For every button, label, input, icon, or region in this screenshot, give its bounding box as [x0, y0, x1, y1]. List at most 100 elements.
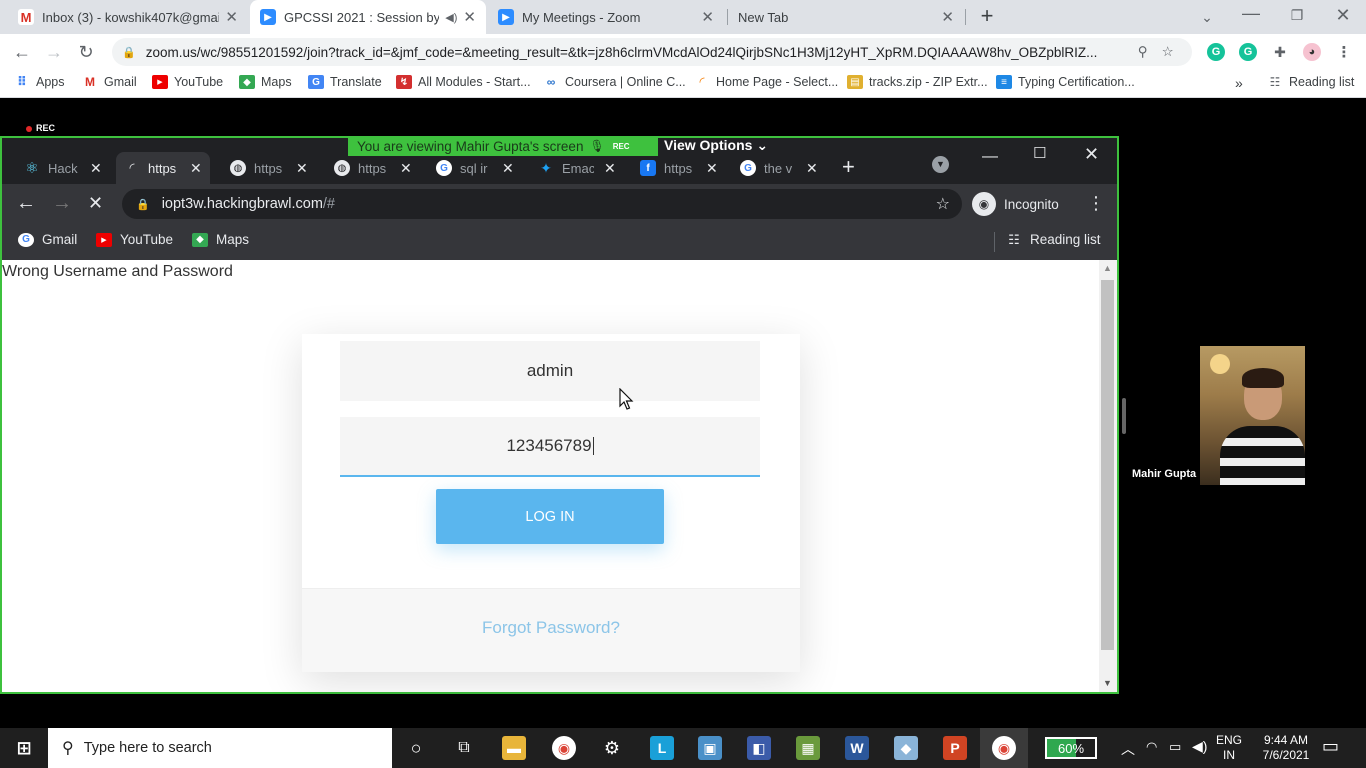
scrollbar-thumb[interactable]	[1101, 280, 1114, 650]
wifi-icon[interactable]: ◠	[1146, 739, 1157, 755]
close-icon[interactable]: ✕	[706, 160, 718, 177]
back-arrow-icon[interactable]: ←	[16, 192, 36, 215]
outer-tab-gpcssi[interactable]: ▶ GPCSSI 2021 : Session by Mr. ◀) ✕	[250, 0, 486, 34]
grammarly-icon-2[interactable]: G	[1239, 43, 1257, 61]
maximize-icon[interactable]: ☐	[1033, 144, 1046, 162]
close-icon[interactable]: ✕	[225, 8, 238, 26]
password-input[interactable]: 123456789	[340, 417, 760, 477]
close-icon[interactable]: ✕	[806, 160, 818, 177]
inner-url-field[interactable]: 🔒 iopt3w.hackingbrawl.com /# ☆	[122, 189, 962, 219]
inner-reading-list[interactable]: ☷ Reading list	[1006, 232, 1100, 248]
volume-icon[interactable]: ◀)	[1192, 738, 1207, 755]
profile-avatar[interactable]: ◕	[1303, 43, 1321, 61]
new-tab-plus-icon[interactable]: +	[842, 154, 855, 180]
inner-tab-active[interactable]: ◜ https ✕	[116, 152, 210, 184]
extensions-puzzle-icon[interactable]: ✚	[1271, 43, 1289, 61]
battery-small-icon[interactable]: ▭	[1169, 739, 1181, 755]
close-icon[interactable]: ✕	[701, 8, 714, 26]
inner-tab-8[interactable]: G the v ✕	[732, 152, 826, 184]
bookmark-maps[interactable]: ◆ Maps	[239, 75, 292, 89]
bookmark-maps[interactable]: ◆ Maps	[192, 232, 249, 247]
login-button[interactable]: LOG IN	[436, 489, 664, 544]
outer-url-field[interactable]: 🔒 zoom.us/wc/98551201592/join?track_id=&…	[112, 38, 1192, 66]
forward-arrow-icon[interactable]: →	[43, 41, 65, 63]
app-blue-icon[interactable]: ◧	[747, 736, 771, 760]
bookmark-all-modules[interactable]: ↯ All Modules - Start...	[396, 75, 531, 89]
outer-tab-new-tab[interactable]: New Tab ✕	[728, 0, 964, 34]
view-options-menu[interactable]: View Options ⌄	[664, 137, 768, 154]
bookmark-gmail[interactable]: M Gmail	[82, 75, 137, 89]
reload-icon[interactable]: ↻	[75, 41, 97, 63]
menu-kebab-icon[interactable]: ⋮	[1087, 193, 1105, 214]
star-icon[interactable]: ☆	[936, 194, 950, 214]
scroll-up-icon[interactable]: ▲	[1103, 263, 1112, 273]
panel-resize-handle[interactable]	[1122, 398, 1126, 434]
bookmark-typing-certification[interactable]: ≡ Typing Certification...	[996, 75, 1135, 89]
close-icon[interactable]: ✕	[604, 160, 616, 177]
tab-search-icon[interactable]: ⌄	[1196, 6, 1218, 28]
outer-tab-my-meetings[interactable]: ▶ My Meetings - Zoom ✕	[488, 0, 724, 34]
grammarly-icon[interactable]: G	[1207, 43, 1225, 61]
close-icon[interactable]: ✕	[941, 8, 954, 26]
app-l-icon[interactable]: L	[650, 736, 674, 760]
stop-loading-icon[interactable]: ✕	[88, 193, 103, 214]
tray-chevron-up-icon[interactable]: ︿	[1121, 739, 1135, 759]
outer-tab-gmail[interactable]: M Inbox (3) - kowshik407k@gmail.com ✕	[8, 0, 248, 34]
forward-arrow-icon[interactable]: →	[52, 192, 72, 215]
outer-reading-list[interactable]: ☷ Reading list	[1267, 75, 1355, 89]
bookmark-tracks-zip[interactable]: ▤ tracks.zip - ZIP Extr...	[847, 75, 988, 89]
notification-icon[interactable]: ▭	[1322, 736, 1339, 757]
file-explorer-icon[interactable]: ▬	[502, 736, 526, 760]
tab-search-icon[interactable]: ▼	[932, 156, 949, 173]
app-notes-icon[interactable]: ◆	[894, 736, 918, 760]
word-icon[interactable]: W	[845, 736, 869, 760]
zoom-lens-icon[interactable]: ⚲	[1138, 44, 1148, 60]
inner-tab-3[interactable]: ◍ https ✕	[222, 152, 316, 184]
powerpoint-icon[interactable]: P	[943, 736, 967, 760]
close-icon[interactable]: ✕	[463, 8, 476, 26]
inner-tab-6[interactable]: ✦ Emac ✕	[530, 152, 624, 184]
app-green-icon[interactable]: ▦	[796, 736, 820, 760]
chrome-icon[interactable]: ◉	[552, 736, 576, 760]
username-input[interactable]: admin	[340, 341, 760, 401]
bookmark-home-page[interactable]: ◜ Home Page - Select...	[694, 74, 838, 89]
bookmark-apps[interactable]: ⠿ Apps	[14, 74, 65, 89]
inner-tab-7[interactable]: f https ✕	[632, 152, 726, 184]
close-icon[interactable]: ✕	[190, 160, 202, 177]
window-close-icon[interactable]: ✕	[1332, 4, 1354, 26]
back-arrow-icon[interactable]: ←	[11, 41, 33, 63]
cortana-icon[interactable]: ○	[404, 736, 428, 760]
inner-tab-5[interactable]: G sql ir ✕	[428, 152, 522, 184]
new-tab-plus-icon[interactable]: +	[976, 5, 998, 27]
incognito-indicator[interactable]: ◉ Incognito	[972, 192, 1059, 216]
clock[interactable]: 9:44 AM 7/6/2021	[1254, 733, 1318, 763]
bookmark-coursera[interactable]: ∞ Coursera | Online C...	[543, 75, 686, 89]
scroll-down-icon[interactable]: ▼	[1103, 678, 1112, 688]
inner-tab-4[interactable]: ◍ https ✕	[326, 152, 420, 184]
star-icon[interactable]: ☆	[1162, 44, 1174, 60]
minimize-icon[interactable]: —	[1240, 2, 1262, 24]
chrome-active-icon[interactable]: ◉	[992, 736, 1016, 760]
bookmarks-overflow[interactable]: »	[1235, 75, 1243, 91]
close-icon[interactable]: ✕	[502, 160, 514, 177]
close-icon[interactable]: ✕	[90, 160, 102, 177]
forgot-password-link[interactable]: Forgot Password?	[302, 618, 800, 638]
taskbar-search-box[interactable]: ⚲ Type here to search	[48, 728, 392, 768]
battery-indicator[interactable]: 60%	[1045, 737, 1097, 759]
language-indicator[interactable]: ENG IN	[1216, 733, 1242, 763]
restore-icon[interactable]: ❐	[1286, 4, 1308, 26]
window-close-icon[interactable]: ✕	[1084, 144, 1099, 165]
remote-desktop-icon[interactable]: ▣	[698, 736, 722, 760]
close-icon[interactable]: ✕	[296, 160, 308, 177]
inner-tab-hack[interactable]: ⚛ Hack ✕	[16, 152, 110, 184]
settings-gear-icon[interactable]: ⚙	[600, 736, 624, 760]
bookmark-youtube[interactable]: ▶ YouTube	[96, 232, 173, 247]
bookmark-gmail[interactable]: G Gmail	[18, 232, 77, 247]
speaker-icon[interactable]: ◀)	[445, 11, 457, 24]
bookmark-youtube[interactable]: ▶ YouTube	[152, 75, 223, 89]
minimize-icon[interactable]: —	[982, 148, 998, 166]
close-icon[interactable]: ✕	[400, 160, 412, 177]
windows-start-icon[interactable]: ⊞	[12, 736, 36, 760]
bookmark-translate[interactable]: G Translate	[308, 75, 382, 89]
menu-kebab-icon[interactable]: ⋮	[1335, 43, 1353, 61]
